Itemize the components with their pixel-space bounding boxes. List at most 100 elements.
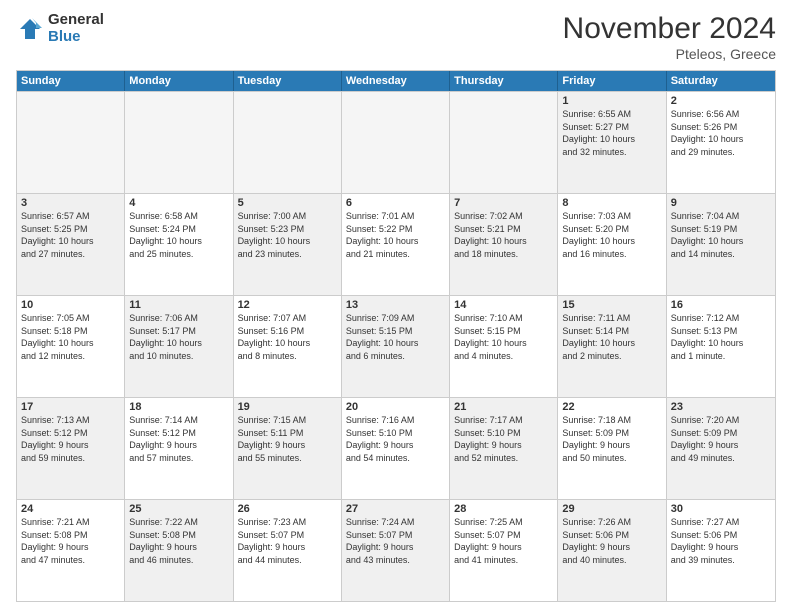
cal-row-2: 10Sunrise: 7:05 AM Sunset: 5:18 PM Dayli…: [17, 295, 775, 397]
cal-row-4: 24Sunrise: 7:21 AM Sunset: 5:08 PM Dayli…: [17, 499, 775, 601]
calendar-header: SundayMondayTuesdayWednesdayThursdayFrid…: [17, 71, 775, 91]
cal-cell-5: 5Sunrise: 7:00 AM Sunset: 5:23 PM Daylig…: [234, 194, 342, 295]
day-info: Sunrise: 7:03 AM Sunset: 5:20 PM Dayligh…: [562, 210, 661, 260]
cal-cell-30: 30Sunrise: 7:27 AM Sunset: 5:06 PM Dayli…: [667, 500, 775, 601]
day-number: 29: [562, 503, 661, 515]
weekday-header-saturday: Saturday: [667, 71, 775, 91]
cal-cell-empty-0: [17, 92, 125, 193]
day-info: Sunrise: 7:06 AM Sunset: 5:17 PM Dayligh…: [129, 312, 228, 362]
day-info: Sunrise: 7:02 AM Sunset: 5:21 PM Dayligh…: [454, 210, 553, 260]
day-number: 22: [562, 401, 661, 413]
weekday-header-sunday: Sunday: [17, 71, 125, 91]
day-info: Sunrise: 7:11 AM Sunset: 5:14 PM Dayligh…: [562, 312, 661, 362]
cal-cell-28: 28Sunrise: 7:25 AM Sunset: 5:07 PM Dayli…: [450, 500, 558, 601]
cal-cell-15: 15Sunrise: 7:11 AM Sunset: 5:14 PM Dayli…: [558, 296, 666, 397]
cal-cell-14: 14Sunrise: 7:10 AM Sunset: 5:15 PM Dayli…: [450, 296, 558, 397]
month-title: November 2024: [563, 12, 776, 46]
cal-cell-12: 12Sunrise: 7:07 AM Sunset: 5:16 PM Dayli…: [234, 296, 342, 397]
logo-text: General Blue: [48, 12, 104, 45]
day-number: 9: [671, 197, 771, 209]
cal-cell-21: 21Sunrise: 7:17 AM Sunset: 5:10 PM Dayli…: [450, 398, 558, 499]
cal-cell-2: 2Sunrise: 6:56 AM Sunset: 5:26 PM Daylig…: [667, 92, 775, 193]
day-number: 14: [454, 299, 553, 311]
day-info: Sunrise: 7:12 AM Sunset: 5:13 PM Dayligh…: [671, 312, 771, 362]
cal-cell-4: 4Sunrise: 6:58 AM Sunset: 5:24 PM Daylig…: [125, 194, 233, 295]
day-info: Sunrise: 7:23 AM Sunset: 5:07 PM Dayligh…: [238, 516, 337, 566]
day-number: 5: [238, 197, 337, 209]
day-number: 25: [129, 503, 228, 515]
cal-cell-27: 27Sunrise: 7:24 AM Sunset: 5:07 PM Dayli…: [342, 500, 450, 601]
day-info: Sunrise: 6:57 AM Sunset: 5:25 PM Dayligh…: [21, 210, 120, 260]
cal-cell-8: 8Sunrise: 7:03 AM Sunset: 5:20 PM Daylig…: [558, 194, 666, 295]
cal-cell-9: 9Sunrise: 7:04 AM Sunset: 5:19 PM Daylig…: [667, 194, 775, 295]
day-info: Sunrise: 7:18 AM Sunset: 5:09 PM Dayligh…: [562, 414, 661, 464]
day-info: Sunrise: 7:04 AM Sunset: 5:19 PM Dayligh…: [671, 210, 771, 260]
day-number: 20: [346, 401, 445, 413]
day-info: Sunrise: 7:15 AM Sunset: 5:11 PM Dayligh…: [238, 414, 337, 464]
day-number: 8: [562, 197, 661, 209]
weekday-header-thursday: Thursday: [450, 71, 558, 91]
cal-row-1: 3Sunrise: 6:57 AM Sunset: 5:25 PM Daylig…: [17, 193, 775, 295]
day-number: 6: [346, 197, 445, 209]
day-info: Sunrise: 7:17 AM Sunset: 5:10 PM Dayligh…: [454, 414, 553, 464]
cal-cell-empty-2: [234, 92, 342, 193]
cal-cell-16: 16Sunrise: 7:12 AM Sunset: 5:13 PM Dayli…: [667, 296, 775, 397]
calendar-body: 1Sunrise: 6:55 AM Sunset: 5:27 PM Daylig…: [17, 91, 775, 601]
cal-cell-empty-1: [125, 92, 233, 193]
cal-cell-empty-4: [450, 92, 558, 193]
logo-blue: Blue: [48, 29, 104, 46]
title-block: November 2024 Pteleos, Greece: [563, 12, 776, 62]
day-number: 12: [238, 299, 337, 311]
cal-cell-13: 13Sunrise: 7:09 AM Sunset: 5:15 PM Dayli…: [342, 296, 450, 397]
logo: General Blue: [16, 12, 104, 45]
day-info: Sunrise: 7:00 AM Sunset: 5:23 PM Dayligh…: [238, 210, 337, 260]
day-info: Sunrise: 7:10 AM Sunset: 5:15 PM Dayligh…: [454, 312, 553, 362]
day-info: Sunrise: 7:22 AM Sunset: 5:08 PM Dayligh…: [129, 516, 228, 566]
cal-cell-26: 26Sunrise: 7:23 AM Sunset: 5:07 PM Dayli…: [234, 500, 342, 601]
day-info: Sunrise: 7:09 AM Sunset: 5:15 PM Dayligh…: [346, 312, 445, 362]
day-number: 2: [671, 95, 771, 107]
day-number: 1: [562, 95, 661, 107]
day-info: Sunrise: 7:05 AM Sunset: 5:18 PM Dayligh…: [21, 312, 120, 362]
cal-cell-22: 22Sunrise: 7:18 AM Sunset: 5:09 PM Dayli…: [558, 398, 666, 499]
page: General Blue November 2024 Pteleos, Gree…: [0, 0, 792, 612]
calendar: SundayMondayTuesdayWednesdayThursdayFrid…: [16, 70, 776, 602]
day-number: 18: [129, 401, 228, 413]
cal-cell-1: 1Sunrise: 6:55 AM Sunset: 5:27 PM Daylig…: [558, 92, 666, 193]
cal-cell-11: 11Sunrise: 7:06 AM Sunset: 5:17 PM Dayli…: [125, 296, 233, 397]
day-info: Sunrise: 7:20 AM Sunset: 5:09 PM Dayligh…: [671, 414, 771, 464]
day-number: 23: [671, 401, 771, 413]
day-number: 3: [21, 197, 120, 209]
day-number: 15: [562, 299, 661, 311]
day-number: 28: [454, 503, 553, 515]
day-info: Sunrise: 7:27 AM Sunset: 5:06 PM Dayligh…: [671, 516, 771, 566]
day-info: Sunrise: 7:25 AM Sunset: 5:07 PM Dayligh…: [454, 516, 553, 566]
header: General Blue November 2024 Pteleos, Gree…: [16, 12, 776, 62]
cal-row-0: 1Sunrise: 6:55 AM Sunset: 5:27 PM Daylig…: [17, 91, 775, 193]
day-info: Sunrise: 7:24 AM Sunset: 5:07 PM Dayligh…: [346, 516, 445, 566]
day-number: 19: [238, 401, 337, 413]
day-number: 4: [129, 197, 228, 209]
cal-cell-23: 23Sunrise: 7:20 AM Sunset: 5:09 PM Dayli…: [667, 398, 775, 499]
day-info: Sunrise: 7:21 AM Sunset: 5:08 PM Dayligh…: [21, 516, 120, 566]
cal-cell-18: 18Sunrise: 7:14 AM Sunset: 5:12 PM Dayli…: [125, 398, 233, 499]
cal-row-3: 17Sunrise: 7:13 AM Sunset: 5:12 PM Dayli…: [17, 397, 775, 499]
cal-cell-empty-3: [342, 92, 450, 193]
day-info: Sunrise: 7:26 AM Sunset: 5:06 PM Dayligh…: [562, 516, 661, 566]
cal-cell-10: 10Sunrise: 7:05 AM Sunset: 5:18 PM Dayli…: [17, 296, 125, 397]
day-number: 11: [129, 299, 228, 311]
cal-cell-19: 19Sunrise: 7:15 AM Sunset: 5:11 PM Dayli…: [234, 398, 342, 499]
day-number: 21: [454, 401, 553, 413]
day-number: 24: [21, 503, 120, 515]
day-number: 26: [238, 503, 337, 515]
day-info: Sunrise: 6:56 AM Sunset: 5:26 PM Dayligh…: [671, 108, 771, 158]
weekday-header-friday: Friday: [558, 71, 666, 91]
day-info: Sunrise: 7:07 AM Sunset: 5:16 PM Dayligh…: [238, 312, 337, 362]
day-info: Sunrise: 6:55 AM Sunset: 5:27 PM Dayligh…: [562, 108, 661, 158]
weekday-header-wednesday: Wednesday: [342, 71, 450, 91]
cal-cell-25: 25Sunrise: 7:22 AM Sunset: 5:08 PM Dayli…: [125, 500, 233, 601]
cal-cell-24: 24Sunrise: 7:21 AM Sunset: 5:08 PM Dayli…: [17, 500, 125, 601]
cal-cell-20: 20Sunrise: 7:16 AM Sunset: 5:10 PM Dayli…: [342, 398, 450, 499]
day-number: 16: [671, 299, 771, 311]
day-info: Sunrise: 7:16 AM Sunset: 5:10 PM Dayligh…: [346, 414, 445, 464]
